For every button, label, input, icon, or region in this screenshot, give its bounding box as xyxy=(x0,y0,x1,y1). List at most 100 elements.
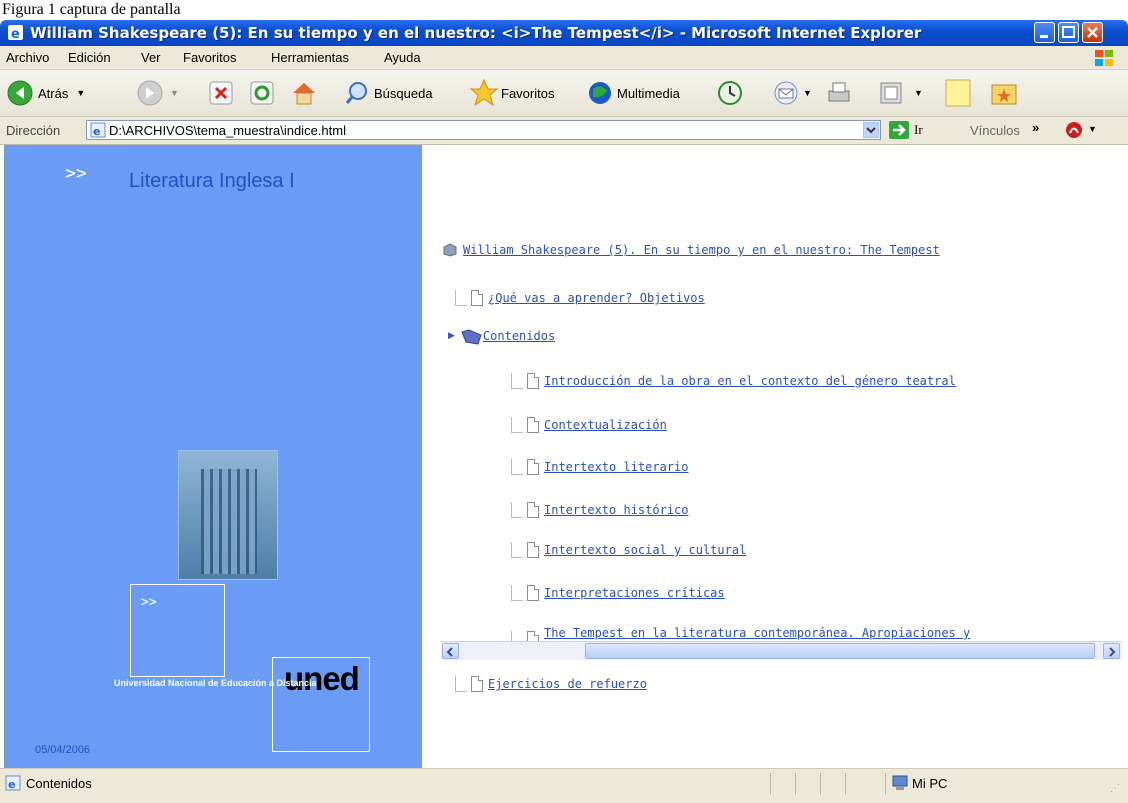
contents-child-link[interactable]: Introducción de la obra en el contexto d… xyxy=(544,374,956,388)
forward-button[interactable]: ▼ xyxy=(136,77,179,109)
scroll-left-button[interactable] xyxy=(442,643,459,659)
standard-toolbar: Atrás ▼ ▼ Búsqueda Favoritos Multimedia … xyxy=(0,70,1128,117)
close-button[interactable] xyxy=(1082,22,1103,43)
go-arrow-icon xyxy=(889,121,909,139)
book-icon xyxy=(443,243,457,257)
svg-text:e: e xyxy=(11,27,20,41)
menu-archivo[interactable]: Archivo xyxy=(6,50,49,65)
maximize-icon xyxy=(1062,26,1075,38)
edit-button[interactable]: ▼ xyxy=(878,77,923,109)
home-icon xyxy=(293,83,315,105)
scroll-right-button[interactable] xyxy=(1103,643,1120,659)
browser-window: e William Shakespeare (5): En su tiempo … xyxy=(0,20,1128,803)
chevron-down-icon[interactable]: ▼ xyxy=(1088,124,1097,134)
chevron-right-icon[interactable]: » xyxy=(1032,120,1039,135)
course-frame: >> Literatura Inglesa I >> uned Universi… xyxy=(5,145,422,768)
index-tree: William Shakespeare (5). En su tiempo y … xyxy=(422,145,1123,768)
tree-root-link[interactable]: William Shakespeare (5). En su tiempo y … xyxy=(463,243,940,257)
ie-icon: e xyxy=(8,25,23,41)
printer-icon xyxy=(828,82,850,102)
print-button[interactable] xyxy=(825,77,853,109)
notes-button[interactable] xyxy=(944,77,972,109)
media-globe-icon xyxy=(589,82,611,104)
maximize-button[interactable] xyxy=(1058,22,1079,43)
objectives-link[interactable]: ¿Qué vas a aprender? Objetivos xyxy=(488,291,705,305)
search-label: Búsqueda xyxy=(374,85,433,101)
contents-child-link[interactable]: Intertexto social y cultural xyxy=(544,543,746,557)
forward-arrow-icon xyxy=(137,80,163,106)
address-label: Dirección xyxy=(6,123,61,138)
stop-button[interactable] xyxy=(208,77,234,109)
contents-link[interactable]: Contenidos xyxy=(483,329,555,343)
mail-icon xyxy=(774,81,798,105)
search-icon xyxy=(345,82,367,104)
minimize-button[interactable] xyxy=(1034,22,1055,43)
page-icon xyxy=(527,417,539,433)
title-bar[interactable]: e William Shakespeare (5): En su tiempo … xyxy=(0,20,1128,46)
back-button[interactable]: Atrás ▼ xyxy=(6,77,85,109)
refresh-icon xyxy=(250,81,274,105)
tree-item: Introducción de la obra en el contexto d… xyxy=(511,373,956,389)
page-content: >> Literatura Inglesa I >> uned Universi… xyxy=(4,145,1123,768)
menu-edicion[interactable]: Edición xyxy=(68,50,111,65)
media-button[interactable]: Multimedia xyxy=(587,77,680,109)
search-button[interactable]: Búsqueda xyxy=(344,77,433,109)
folder-star-icon xyxy=(991,84,1017,105)
tree-root: William Shakespeare (5). En su tiempo y … xyxy=(443,243,940,257)
scroll-thumb[interactable] xyxy=(585,643,1095,659)
back-arrow-icon xyxy=(7,80,33,106)
course-title: Literatura Inglesa I xyxy=(129,170,295,192)
go-button[interactable]: Ir xyxy=(888,120,923,140)
security-zone: Mi PC xyxy=(912,776,948,791)
chevron-down-icon[interactable]: ▼ xyxy=(170,88,179,98)
menu-ver[interactable]: Ver xyxy=(141,50,161,65)
page-icon xyxy=(527,459,539,475)
horizontal-scrollbar[interactable] xyxy=(441,641,1122,660)
back-label: Atrás xyxy=(38,85,69,101)
favorites-button[interactable]: Favoritos xyxy=(469,77,554,109)
computer-icon xyxy=(892,775,908,790)
links-label[interactable]: Vínculos xyxy=(970,123,1020,138)
pdf-icon[interactable] xyxy=(1064,120,1086,140)
history-button[interactable] xyxy=(716,77,744,109)
contents-child-link[interactable]: Contextualización xyxy=(544,418,667,432)
chevron-down-icon[interactable]: ▼ xyxy=(803,88,812,98)
address-bar: Dirección e D:\ARCHIVOS\tema_muestra\ind… xyxy=(0,117,1128,145)
arrows-box: >> xyxy=(141,595,157,610)
exercises-link[interactable]: Ejercicios de refuerzo xyxy=(488,677,647,691)
chevron-down-icon[interactable]: ▼ xyxy=(914,88,923,98)
chevron-down-icon[interactable] xyxy=(863,122,879,138)
history-clock-icon xyxy=(718,81,742,105)
menu-favoritos[interactable]: Favoritos xyxy=(183,50,236,65)
menu-herramientas[interactable]: Herramientas xyxy=(271,50,349,65)
page-icon xyxy=(527,585,539,601)
contents-child-link[interactable]: The Tempest en la literatura contemporán… xyxy=(544,626,970,640)
messenger-button[interactable] xyxy=(990,77,1018,109)
arrows-top: >> xyxy=(65,163,87,184)
caret-right-icon[interactable]: ▶ xyxy=(448,331,455,341)
media-label: Multimedia xyxy=(617,85,680,101)
tree-item: Interpretaciones críticas xyxy=(511,585,725,601)
folder-open-icon xyxy=(461,329,482,345)
menu-bar: Archivo Edición Ver Favoritos Herramient… xyxy=(0,46,1128,70)
favorites-label: Favoritos xyxy=(501,85,555,101)
address-input[interactable]: e D:\ARCHIVOS\tema_muestra\indice.html xyxy=(86,120,881,140)
date: 05/04/2006 xyxy=(35,744,91,756)
chevron-left-icon xyxy=(446,647,453,657)
resize-grip-icon[interactable]: ⋰ xyxy=(1110,783,1120,794)
contents-child-link[interactable]: Interpretaciones críticas xyxy=(544,586,725,600)
page-icon xyxy=(527,542,539,558)
home-button[interactable] xyxy=(290,77,318,109)
svg-text:e: e xyxy=(93,125,100,138)
contents-child-link[interactable]: Intertexto histórico xyxy=(544,503,689,517)
refresh-button[interactable] xyxy=(249,77,275,109)
svg-text:e: e xyxy=(8,778,15,791)
page-ie-icon: e xyxy=(90,122,106,138)
page-ie-icon: e xyxy=(5,775,21,791)
menu-ayuda[interactable]: Ayuda xyxy=(384,50,421,65)
chevron-down-icon[interactable]: ▼ xyxy=(76,88,85,98)
contents-child-link[interactable]: Intertexto literario xyxy=(544,460,689,474)
mail-button[interactable]: ▼ xyxy=(772,77,812,109)
address-url: D:\ARCHIVOS\tema_muestra\indice.html xyxy=(109,123,346,138)
stop-icon xyxy=(209,81,233,105)
